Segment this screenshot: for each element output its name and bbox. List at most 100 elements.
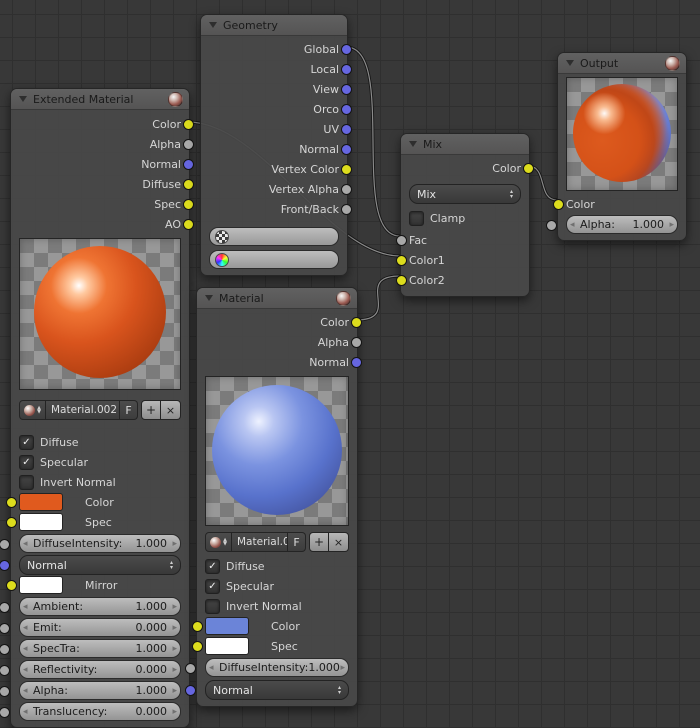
socket-input-ambient[interactable] xyxy=(0,602,10,613)
socket-input-alpha[interactable] xyxy=(546,220,557,231)
socket-output-local[interactable] xyxy=(341,64,352,75)
spec-input-row: Spec xyxy=(205,636,349,656)
socket-output-normal[interactable] xyxy=(183,159,194,170)
socket-input-fac[interactable] xyxy=(396,235,407,246)
node-header[interactable]: Extended Material xyxy=(11,89,189,110)
socket-input-color1[interactable] xyxy=(396,255,407,266)
add-material-button[interactable]: + xyxy=(309,532,329,552)
output-label: Diffuse xyxy=(142,178,181,191)
node-header[interactable]: Material xyxy=(197,288,357,309)
blend-mode-dropdown[interactable]: Mix▴▾ xyxy=(409,184,521,204)
clamp-checkbox[interactable] xyxy=(409,211,424,226)
socket-output-color[interactable] xyxy=(351,317,362,328)
socket-input-color[interactable] xyxy=(553,199,564,210)
node-extended-material[interactable]: Extended Material Color Alpha Normal Dif… xyxy=(10,88,190,728)
socket-input-spectra[interactable] xyxy=(0,644,10,655)
socket-input-color2[interactable] xyxy=(396,275,407,286)
socket-input-mirror[interactable] xyxy=(6,580,17,591)
spec-swatch[interactable] xyxy=(19,513,63,531)
spectra-slider[interactable]: SpecTra:1.000 xyxy=(19,639,181,658)
socket-output-normal[interactable] xyxy=(351,357,362,368)
node-material[interactable]: Material Color Alpha Normal ▲▼ Material.… xyxy=(196,287,358,707)
option-row: Invert Normal xyxy=(19,472,181,492)
node-output[interactable]: Output Color Alpha:1.000 xyxy=(557,52,687,241)
node-mix[interactable]: Mix Color Mix▴▾ Clamp Fac Color1 Color2 xyxy=(400,133,530,297)
diffuse-checkbox[interactable] xyxy=(205,559,220,574)
normal-dropdown[interactable]: Normal▴▾ xyxy=(205,680,349,700)
socket-input-color[interactable] xyxy=(6,497,17,508)
specular-checkbox[interactable] xyxy=(19,455,34,470)
collapse-triangle-icon[interactable] xyxy=(409,141,417,147)
browse-material-button[interactable]: ▲▼ xyxy=(205,532,232,552)
material-preview xyxy=(19,238,181,390)
reflectivity-slider[interactable]: Reflectivity:0.000 xyxy=(19,660,181,679)
socket-output-vertex-alpha[interactable] xyxy=(341,184,352,195)
invert-normal-checkbox[interactable] xyxy=(19,475,34,490)
node-header[interactable]: Output xyxy=(558,53,686,74)
socket-output-uv[interactable] xyxy=(341,124,352,135)
output-label: Spec xyxy=(154,198,181,211)
socket-output-diffuse[interactable] xyxy=(183,179,194,190)
collapse-triangle-icon[interactable] xyxy=(19,96,27,102)
socket-input-alpha[interactable] xyxy=(0,686,10,697)
socket-output-vertex-color[interactable] xyxy=(341,164,352,175)
socket-input-normal[interactable] xyxy=(185,685,196,696)
vertex-color-field[interactable] xyxy=(209,250,339,269)
unlink-material-button[interactable]: × xyxy=(161,400,181,420)
color-swatch[interactable] xyxy=(205,617,249,635)
spec-swatch[interactable] xyxy=(205,637,249,655)
collapse-triangle-icon[interactable] xyxy=(205,295,213,301)
node-geometry[interactable]: Geometry Global Local View Orco UV Norma… xyxy=(200,14,348,276)
normal-dropdown[interactable]: Normal▴▾ xyxy=(19,555,181,575)
socket-output-alpha[interactable] xyxy=(351,337,362,348)
alpha-slider[interactable]: Alpha:1.000 xyxy=(566,215,678,234)
socket-input-spec[interactable] xyxy=(192,641,203,652)
socket-output-view[interactable] xyxy=(341,84,352,95)
socket-output-spec[interactable] xyxy=(183,199,194,210)
preview-sphere-orange xyxy=(34,246,166,378)
fake-user-button[interactable]: F xyxy=(288,532,306,552)
material-name-field[interactable]: Material.002 xyxy=(46,400,120,420)
socket-output-normal[interactable] xyxy=(341,144,352,155)
alpha-slider[interactable]: Alpha:1.000 xyxy=(19,681,181,700)
output-label: Color xyxy=(492,162,521,175)
socket-input-diffuseintensity[interactable] xyxy=(0,539,10,550)
node-header[interactable]: Mix xyxy=(401,134,529,155)
browse-material-button[interactable]: ▲▼ xyxy=(19,400,46,420)
collapse-triangle-icon[interactable] xyxy=(209,22,217,28)
node-editor-canvas[interactable]: { "colors":{"sock-color":"#dcdc1d","sock… xyxy=(0,0,700,712)
socket-input-translucency[interactable] xyxy=(0,707,10,718)
socket-input-color[interactable] xyxy=(192,621,203,632)
socket-output-orco[interactable] xyxy=(341,104,352,115)
socket-input-emit[interactable] xyxy=(0,623,10,634)
slider-label: Emit: xyxy=(33,621,62,634)
socket-input-spec[interactable] xyxy=(6,517,17,528)
socket-output-alpha[interactable] xyxy=(183,139,194,150)
socket-output-frontback[interactable] xyxy=(341,204,352,215)
invert-normal-checkbox[interactable] xyxy=(205,599,220,614)
diffuse-intensity-slider[interactable]: DiffuseIntensity:1.000 xyxy=(205,658,349,677)
socket-output-color[interactable] xyxy=(183,119,194,130)
uv-layer-field[interactable] xyxy=(209,227,339,246)
socket-input-reflectivity[interactable] xyxy=(0,665,10,676)
color-swatch[interactable] xyxy=(19,493,63,511)
socket-input-diffuseintensity[interactable] xyxy=(185,663,196,674)
output-row: Vertex Alpha xyxy=(209,179,339,199)
input-label: Fac xyxy=(409,234,427,247)
option-label: Diffuse xyxy=(40,436,79,449)
node-header[interactable]: Geometry xyxy=(201,15,347,36)
material-name-field[interactable]: Material.0... xyxy=(232,532,288,552)
diffuse-checkbox[interactable] xyxy=(19,435,34,450)
collapse-triangle-icon[interactable] xyxy=(566,60,574,66)
unlink-material-button[interactable]: × xyxy=(329,532,349,552)
add-material-button[interactable]: + xyxy=(141,400,161,420)
socket-output-global[interactable] xyxy=(341,44,352,55)
fake-user-button[interactable]: F xyxy=(120,400,138,420)
socket-output-color[interactable] xyxy=(523,163,534,174)
specular-checkbox[interactable] xyxy=(205,579,220,594)
ambient-slider[interactable]: Ambient:1.000 xyxy=(19,597,181,616)
diffuse-intensity-slider[interactable]: DiffuseIntensity:1.000 xyxy=(19,534,181,553)
mirror-swatch[interactable] xyxy=(19,576,63,594)
emit-slider[interactable]: Emit:0.000 xyxy=(19,618,181,637)
socket-output-ao[interactable] xyxy=(183,219,194,230)
